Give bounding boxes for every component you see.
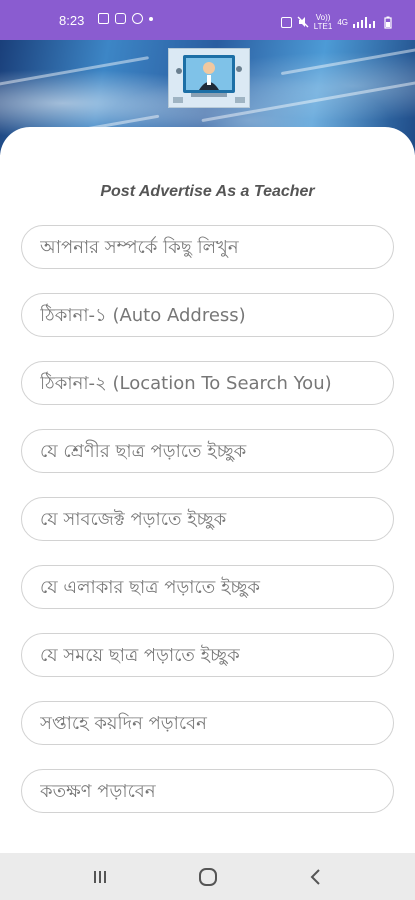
status-bar: 8:23 Vo)) LTE1 4G xyxy=(0,0,415,40)
status-time: 8:23 xyxy=(59,13,85,28)
duration-field[interactable] xyxy=(21,769,394,813)
class-input[interactable] xyxy=(22,430,393,472)
system-icons: Vo)) LTE1 4G xyxy=(280,13,392,31)
address-2-field[interactable] xyxy=(21,361,394,405)
battery-icon xyxy=(384,16,392,29)
time-input[interactable] xyxy=(22,634,393,676)
address-2-input[interactable] xyxy=(22,362,393,404)
more-notifications-dot xyxy=(149,16,153,21)
days-per-week-input[interactable] xyxy=(22,702,393,744)
class-field[interactable] xyxy=(21,429,394,473)
youtube-icon xyxy=(115,13,126,24)
address-1-input[interactable] xyxy=(22,294,393,336)
address-1-field[interactable] xyxy=(21,293,394,337)
app-logo-icon xyxy=(168,48,250,108)
about-me-input[interactable] xyxy=(22,226,393,268)
about-me-field[interactable] xyxy=(21,225,394,269)
area-input[interactable] xyxy=(22,566,393,608)
lte-label: LTE1 xyxy=(313,22,333,31)
volte-label: Vo)) xyxy=(315,13,331,22)
form-title: Post Advertise As a Teacher xyxy=(100,183,315,200)
notification-icons xyxy=(98,13,153,24)
system-nav-bar xyxy=(0,853,415,900)
subject-field[interactable] xyxy=(21,497,394,541)
area-field[interactable] xyxy=(21,565,394,609)
mute-icon xyxy=(297,16,309,28)
days-per-week-field[interactable] xyxy=(21,701,394,745)
alarm-icon xyxy=(280,16,292,28)
network-type-label: 4G xyxy=(337,17,348,27)
signal-icon xyxy=(353,17,375,28)
gallery-icon xyxy=(98,13,109,24)
app-notification-icon xyxy=(132,13,143,24)
time-field[interactable] xyxy=(21,633,394,677)
recent-apps-icon[interactable] xyxy=(89,866,111,888)
duration-input[interactable] xyxy=(22,770,393,812)
subject-input[interactable] xyxy=(22,498,393,540)
home-icon[interactable] xyxy=(197,866,219,888)
back-icon[interactable] xyxy=(305,866,327,888)
